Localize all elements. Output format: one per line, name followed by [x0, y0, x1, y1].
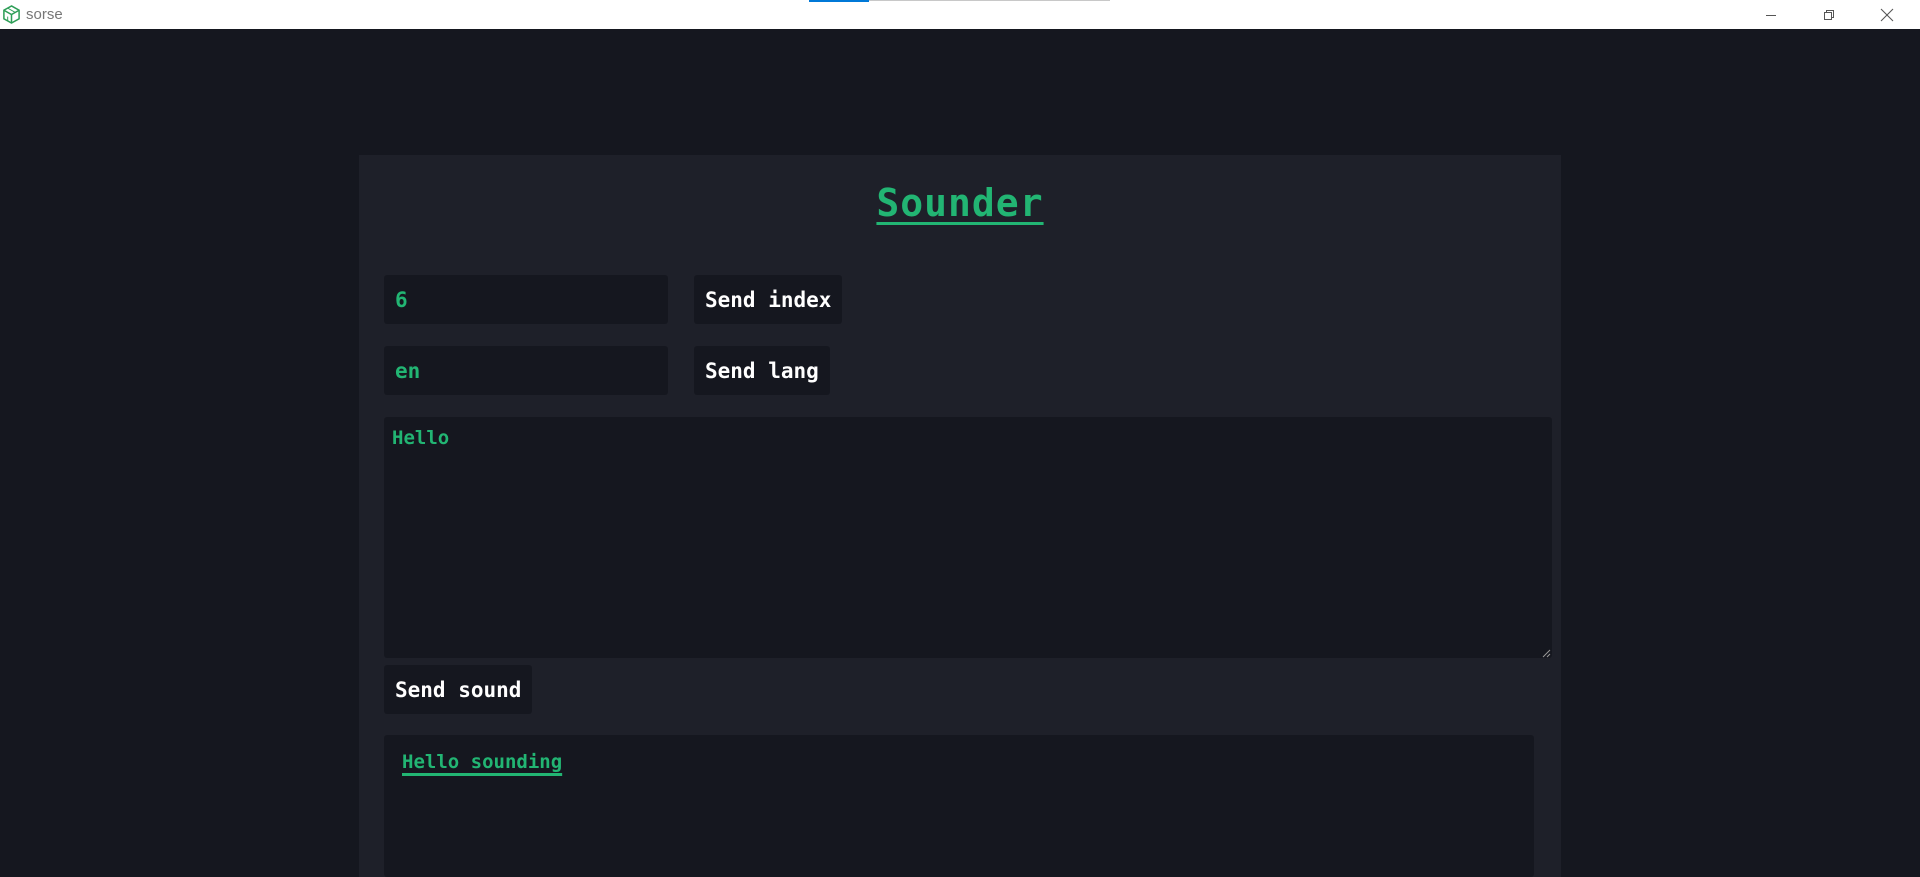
app-cube-icon	[3, 5, 20, 24]
send-lang-button[interactable]: Send lang	[694, 346, 830, 395]
page-title: Sounder	[359, 181, 1561, 225]
output-list: Hello sounding	[384, 735, 1534, 877]
close-button[interactable]	[1858, 0, 1916, 29]
output-item[interactable]: Hello sounding	[402, 751, 562, 773]
minimize-button[interactable]	[1742, 0, 1800, 29]
close-icon	[1880, 8, 1894, 21]
restore-icon	[1824, 9, 1834, 20]
window-titlebar: sorse	[0, 0, 1920, 29]
resize-grip-icon[interactable]	[1542, 649, 1551, 658]
page-title-text: Sounder	[876, 181, 1044, 225]
minimize-icon	[1766, 14, 1776, 16]
send-sound-button[interactable]: Send sound	[384, 665, 533, 714]
titlebar-divider	[869, 0, 1110, 1]
window-title: sorse	[26, 6, 63, 23]
lang-input[interactable]	[384, 346, 668, 395]
sounder-panel: Sounder Send index Send lang Hello Send …	[359, 155, 1561, 877]
index-input[interactable]	[384, 275, 668, 324]
send-index-button[interactable]: Send index	[694, 275, 843, 324]
titlebar-accent-line	[809, 0, 869, 2]
message-textarea[interactable]: Hello	[384, 417, 1552, 658]
restore-button[interactable]	[1800, 0, 1858, 29]
